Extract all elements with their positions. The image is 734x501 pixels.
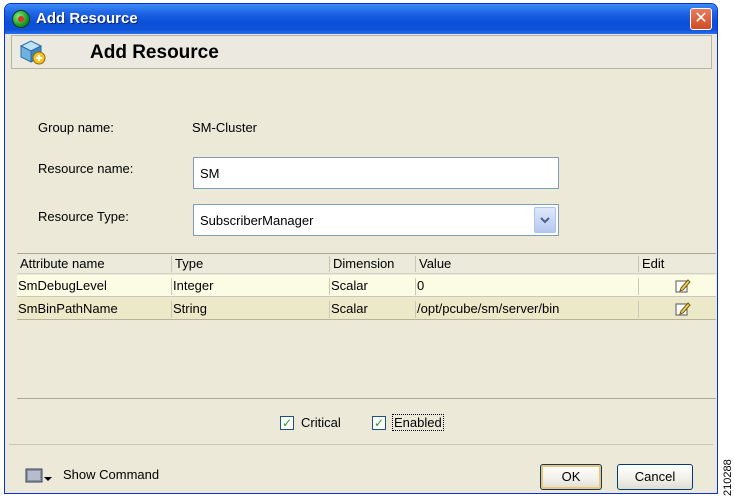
title-bar[interactable]: Add Resource ✕	[5, 4, 717, 34]
resource-name-input[interactable]: SM	[193, 157, 559, 189]
cell-type: Integer	[171, 278, 214, 295]
cell-attribute-name: SmBinPathName	[18, 301, 118, 316]
table-row[interactable]: SmBinPathName String Scalar /opt/pcube/s…	[17, 298, 716, 320]
enabled-checkbox[interactable]: ✓	[372, 416, 386, 430]
table-row[interactable]: SmDebugLevel Integer Scalar 0	[17, 275, 716, 297]
column-header-dimension[interactable]: Dimension	[329, 256, 394, 272]
table-header: Attribute name Type Dimension Value Edit	[17, 254, 716, 274]
critical-label[interactable]: Critical	[301, 415, 341, 430]
dropdown-arrow-icon[interactable]	[534, 207, 556, 233]
group-name-value: SM-Cluster	[192, 120, 258, 135]
show-command-icon[interactable]	[25, 467, 53, 483]
footer-divider	[9, 444, 713, 445]
cell-value: /opt/pcube/sm/server/bin	[415, 301, 560, 318]
figure-id: 210288	[722, 459, 734, 496]
close-icon: ✕	[694, 10, 708, 27]
dialog-header: Add Resource	[11, 35, 712, 69]
show-command-label[interactable]: Show Command	[63, 467, 159, 482]
enabled-label[interactable]: Enabled	[392, 414, 444, 431]
attributes-table: Attribute name Type Dimension Value Edit…	[17, 253, 716, 399]
edit-icon[interactable]	[675, 301, 691, 316]
column-header-type[interactable]: Type	[171, 256, 203, 272]
resource-name-value: SM	[200, 166, 220, 181]
add-resource-cube-icon	[19, 40, 46, 65]
column-header-value[interactable]: Value	[415, 256, 451, 272]
ok-button[interactable]: OK	[540, 464, 602, 490]
resource-type-label: Resource Type:	[38, 209, 129, 224]
header-title: Add Resource	[90, 42, 219, 63]
column-header-attribute-name[interactable]: Attribute name	[17, 256, 105, 272]
cell-attribute-name: SmDebugLevel	[18, 278, 107, 293]
edit-icon[interactable]	[675, 278, 691, 293]
resource-name-label: Resource name:	[38, 161, 134, 176]
group-name-label: Group name:	[38, 120, 114, 135]
app-icon	[12, 10, 30, 28]
cell-value: 0	[415, 278, 425, 295]
cancel-button[interactable]: Cancel	[617, 464, 693, 490]
cell-type: String	[171, 301, 207, 318]
cell-dimension: Scalar	[329, 278, 368, 295]
add-resource-dialog: Add Resource ✕ Add Resource Group name: …	[4, 3, 718, 494]
cell-dimension: Scalar	[329, 301, 368, 318]
resource-type-select[interactable]: SubscriberManager	[193, 204, 559, 236]
column-header-edit[interactable]: Edit	[638, 256, 664, 272]
window-title: Add Resource	[36, 10, 138, 27]
close-button[interactable]: ✕	[690, 8, 712, 30]
resource-type-value: SubscriberManager	[200, 213, 314, 228]
critical-checkbox[interactable]: ✓	[280, 416, 294, 430]
